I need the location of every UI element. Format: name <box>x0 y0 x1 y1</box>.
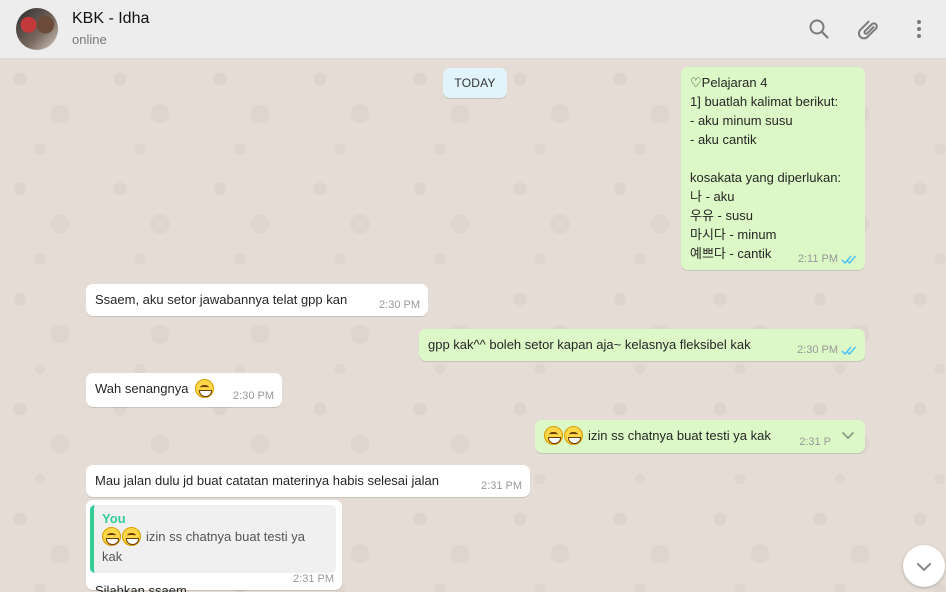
message-bubble-outgoing[interactable]: gpp kak^^ boleh setor kapan aja~ kelasny… <box>419 329 865 361</box>
contact-avatar[interactable] <box>16 8 58 50</box>
read-ticks-icon <box>841 345 857 356</box>
message-meta: 2:30 PM <box>797 344 857 356</box>
message-meta: 2:30 PM <box>379 299 420 311</box>
message-bubble-outgoing[interactable]: izin ss chatnya buat testi ya kak 2:31 P <box>535 420 865 453</box>
message-bubble-incoming[interactable]: Mau jalan dulu jd buat catatan materinya… <box>86 465 530 497</box>
contact-status: online <box>72 32 107 47</box>
message-text: Wah senangnya <box>95 381 189 396</box>
grinning-face-emoji-icon <box>564 426 583 445</box>
message-text: Ssaem, aku setor jawabannya telat gpp ka… <box>95 292 348 307</box>
message-bubble-incoming[interactable]: Ssaem, aku setor jawabannya telat gpp ka… <box>86 284 428 316</box>
grinning-face-emoji-icon <box>195 379 215 398</box>
message-text: gpp kak^^ boleh setor kapan aja~ kelasny… <box>428 337 751 352</box>
date-chip: TODAY <box>443 68 507 98</box>
message-time: 2:31 PM <box>293 573 334 585</box>
message-text: Silahkan ssaem <box>95 583 187 592</box>
message-bubble-incoming[interactable]: You izin ss chatnya buat testi ya kak Si… <box>86 500 342 592</box>
message-text: Mau jalan dulu jd buat catatan materinya… <box>95 473 439 488</box>
quoted-message[interactable]: You izin ss chatnya buat testi ya kak <box>90 505 336 573</box>
contact-name[interactable]: KBK - Idha <box>72 10 149 28</box>
message-meta: 2:30 PM <box>233 390 274 402</box>
message-time: 2:30 PM <box>797 344 838 356</box>
chat-header: KBK - Idha online <box>0 0 946 59</box>
quote-text: izin ss chatnya buat testi ya kak <box>102 527 328 567</box>
message-text: ♡Pelajaran 4 1] buatlah kalimat berikut:… <box>690 75 842 261</box>
message-meta: 2:31 PM <box>481 480 522 492</box>
message-bubble-outgoing[interactable]: ♡Pelajaran 4 1] buatlah kalimat berikut:… <box>681 67 865 270</box>
read-ticks-icon <box>841 254 857 265</box>
grinning-face-emoji-icon <box>544 426 563 445</box>
message-text: izin ss chatnya buat testi ya kak <box>588 428 771 443</box>
scroll-to-bottom-button[interactable] <box>903 545 945 587</box>
message-time: 2:31 PM <box>481 480 522 492</box>
message-time: 2:11 PM <box>797 253 838 265</box>
chevron-down-icon <box>917 563 931 572</box>
grinning-face-emoji-icon <box>122 527 141 546</box>
message-time: 2:30 PM <box>233 390 274 402</box>
message-time: 2:31 P <box>799 436 831 448</box>
message-time: 2:30 PM <box>379 299 420 311</box>
chevron-down-icon[interactable] <box>839 426 857 444</box>
search-icon[interactable] <box>807 17 831 41</box>
message-meta: 2:31 P <box>799 436 831 448</box>
message-meta: 2:31 PM <box>293 573 334 585</box>
quote-author: You <box>102 511 126 526</box>
chat-area[interactable]: TODAY ♡Pelajaran 4 1] buatlah kalimat be… <box>0 59 946 592</box>
attach-icon[interactable] <box>857 17 881 41</box>
message-bubble-incoming[interactable]: Wah senangnya 2:30 PM <box>86 373 282 407</box>
message-meta: 2:11 PM <box>798 253 857 265</box>
grinning-face-emoji-icon <box>102 527 121 546</box>
menu-icon[interactable] <box>907 17 931 41</box>
